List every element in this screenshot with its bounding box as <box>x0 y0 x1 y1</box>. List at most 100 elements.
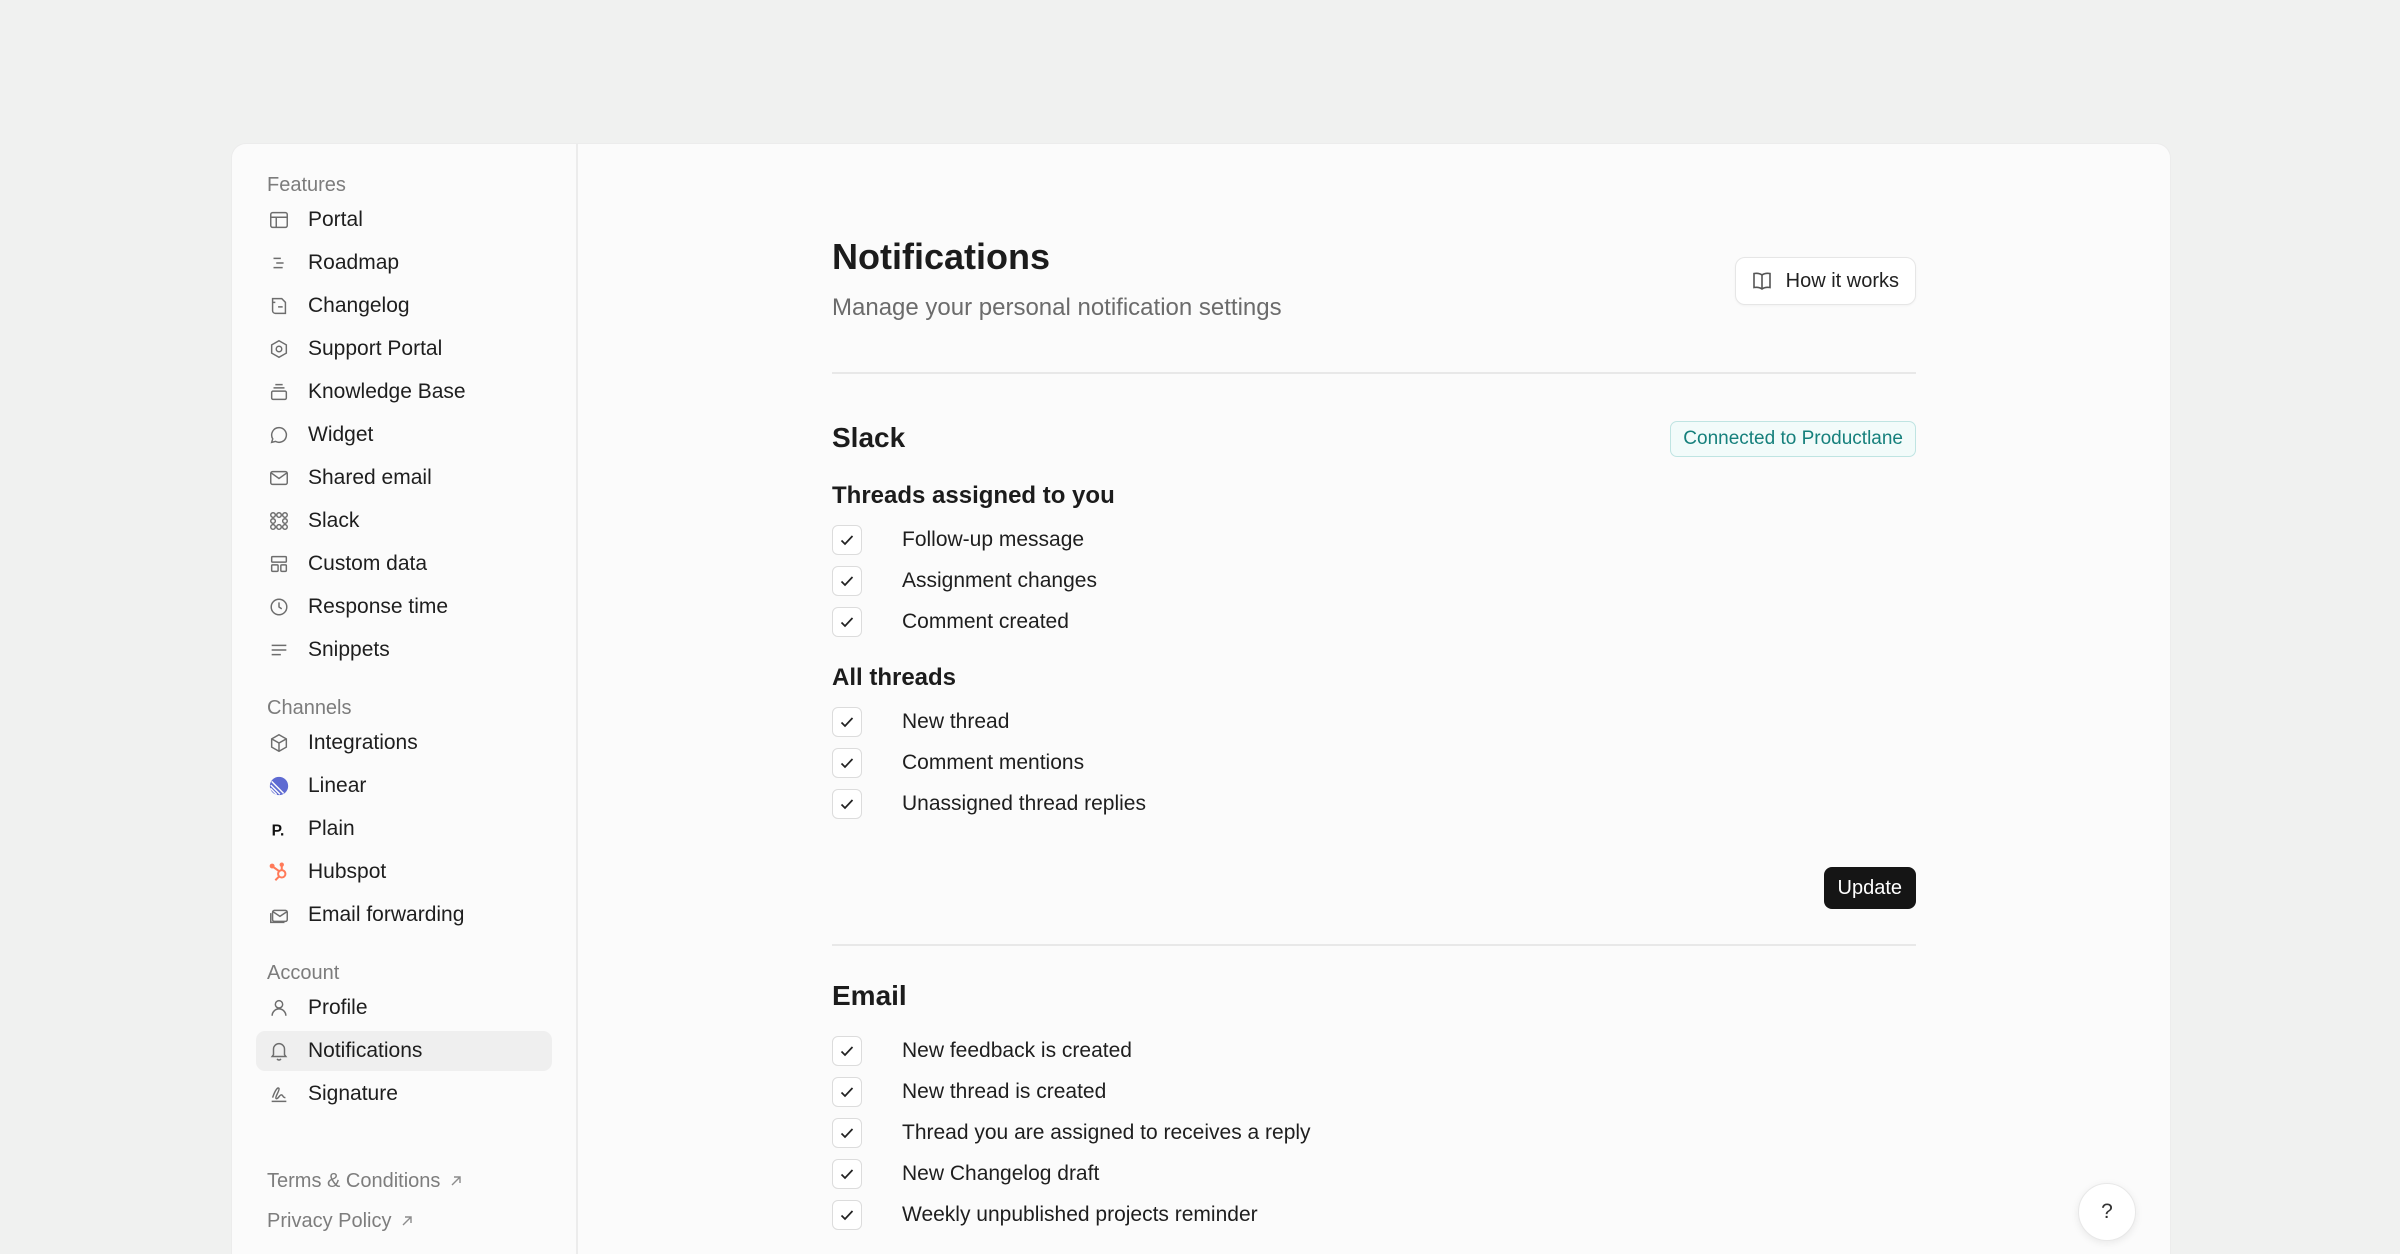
checkbox-label: Unassigned thread replies <box>902 792 1146 815</box>
sidebar-item-label: Signature <box>308 1082 398 1105</box>
checkbox-label: New thread <box>902 710 1010 733</box>
update-button[interactable]: Update <box>1823 867 1916 909</box>
sidebar-item-email-forwarding[interactable]: Email forwarding <box>256 895 552 935</box>
sidebar-item-label: Plain <box>308 817 355 840</box>
check-icon <box>840 1046 854 1057</box>
sidebar-item-widget[interactable]: Widget <box>256 415 552 455</box>
checkbox-label: New thread is created <box>902 1080 1107 1103</box>
check-icon <box>840 1210 854 1221</box>
sidebar-item-label: Snippets <box>308 638 390 661</box>
mail-forward-icon <box>267 903 291 927</box>
checkbox-row[interactable]: Unassigned thread replies <box>832 789 1146 819</box>
sidebar-item-hubspot[interactable]: Hubspot <box>256 852 552 892</box>
sidebar-item-notifications[interactable]: Notifications <box>256 1031 552 1071</box>
checkbox-row[interactable]: New thread is created <box>832 1077 1106 1107</box>
sidebar-item-signature[interactable]: Signature <box>256 1074 552 1114</box>
slack-section-title: Slack <box>832 422 906 453</box>
bell-icon <box>267 1039 291 1063</box>
cube-icon <box>267 731 291 755</box>
sidebar-item-shared-email[interactable]: Shared email <box>256 458 552 498</box>
sidebar-item-snippets[interactable]: Snippets <box>256 630 552 670</box>
roadmap-icon <box>267 251 291 275</box>
section-label-channels: Channels <box>267 697 352 719</box>
privacy-link-label: Privacy Policy <box>267 1210 392 1232</box>
privacy-link[interactable]: Privacy Policy <box>232 1201 576 1241</box>
checkbox-row[interactable]: Thread you are assigned to receives a re… <box>832 1118 1311 1148</box>
page-subtitle: Manage your personal notification settin… <box>832 294 1282 321</box>
sidebar-item-label: Changelog <box>308 294 410 317</box>
how-it-works-button[interactable]: How it works <box>1734 257 1916 305</box>
chat-bubble-icon <box>267 423 291 447</box>
checkbox-label: New feedback is created <box>902 1039 1132 1062</box>
sidebar-item-profile[interactable]: Profile <box>256 988 552 1028</box>
section-label-account: Account <box>267 962 340 984</box>
linear-logo-icon <box>267 774 291 798</box>
checkbox-row[interactable]: Comment created <box>832 607 1069 637</box>
checkbox[interactable] <box>832 525 862 555</box>
sidebar-item-changelog[interactable]: Changelog <box>256 286 552 326</box>
checkbox-label: New Changelog draft <box>902 1162 1100 1185</box>
check-icon <box>840 1169 854 1180</box>
changelog-icon <box>267 294 291 318</box>
sidebar-item-label: Shared email <box>308 466 432 489</box>
svg-text:P.: P. <box>272 822 285 839</box>
terms-link[interactable]: Terms & Conditions <box>232 1161 576 1201</box>
checkbox-row[interactable]: New feedback is created <box>832 1036 1132 1066</box>
sidebar-item-support-portal[interactable]: Support Portal <box>256 329 552 369</box>
checkbox-label: Weekly unpublished projects reminder <box>902 1203 1258 1226</box>
sidebar-item-portal[interactable]: Portal <box>256 200 552 240</box>
checkbox[interactable] <box>832 707 862 737</box>
stack-icon <box>267 380 291 404</box>
sidebar-item-label: Notifications <box>308 1039 423 1062</box>
checkbox-row[interactable]: New Changelog draft <box>832 1159 1099 1189</box>
checkbox-row[interactable]: Follow-up message <box>832 525 1084 555</box>
sidebar-item-knowledge-base[interactable]: Knowledge Base <box>256 372 552 412</box>
sidebar-item-custom-data[interactable]: Custom data <box>256 544 552 584</box>
checkbox-row[interactable]: Comment mentions <box>832 748 1084 778</box>
checkbox-label: Comment created <box>902 610 1069 633</box>
page-title: Notifications <box>832 236 1051 277</box>
checkbox[interactable] <box>832 748 862 778</box>
sidebar-item-integrations[interactable]: Integrations <box>256 723 552 763</box>
checkbox[interactable] <box>832 1036 862 1066</box>
clock-icon <box>267 595 291 619</box>
check-icon <box>840 576 854 587</box>
mail-icon <box>267 466 291 490</box>
sidebar-item-label: Slack <box>308 509 360 532</box>
check-icon <box>840 1128 854 1139</box>
checkbox-label: Assignment changes <box>902 569 1097 592</box>
sidebar-item-response-time[interactable]: Response time <box>256 587 552 627</box>
checkbox[interactable] <box>832 1159 862 1189</box>
checkbox-row[interactable]: New thread <box>832 707 1009 737</box>
sidebar-item-label: Profile <box>308 996 368 1019</box>
text-lines-icon <box>267 638 291 662</box>
sidebar-item-linear[interactable]: Linear <box>256 766 552 806</box>
custom-data-icon <box>267 552 291 576</box>
checkbox[interactable] <box>832 1200 862 1230</box>
plain-logo-icon: P. <box>267 817 291 841</box>
checkbox-row[interactable]: Weekly unpublished projects reminder <box>832 1200 1258 1230</box>
help-button[interactable]: ? <box>2078 1183 2136 1241</box>
sidebar-item-label: Widget <box>308 423 374 446</box>
checkbox[interactable] <box>832 607 862 637</box>
external-link-icon <box>402 1216 413 1226</box>
checkbox-label: Follow-up message <box>902 528 1085 551</box>
sidebar-item-roadmap[interactable]: Roadmap <box>256 243 552 283</box>
checkbox-label: Thread you are assigned to receives a re… <box>902 1121 1311 1144</box>
sidebar-item-slack[interactable]: Slack <box>256 501 552 541</box>
checkbox-label: Comment mentions <box>902 751 1085 774</box>
all-threads-title: All threads <box>832 664 957 691</box>
sidebar-item-label: Hubspot <box>308 860 387 883</box>
sidebar-item-plain[interactable]: P. Plain <box>256 809 552 849</box>
divider <box>832 372 1916 374</box>
checkbox[interactable] <box>832 1118 862 1148</box>
checkbox-row[interactable]: Assignment changes <box>832 566 1097 596</box>
assigned-threads-title: Threads assigned to you <box>832 482 1115 509</box>
settings-card: Features Portal Roadmap Changelog Suppor… <box>232 144 2170 1254</box>
hexagon-icon <box>267 337 291 361</box>
checkbox[interactable] <box>832 566 862 596</box>
check-icon <box>840 758 854 769</box>
checkbox[interactable] <box>832 1077 862 1107</box>
checkbox[interactable] <box>832 789 862 819</box>
slack-icon <box>267 509 291 533</box>
